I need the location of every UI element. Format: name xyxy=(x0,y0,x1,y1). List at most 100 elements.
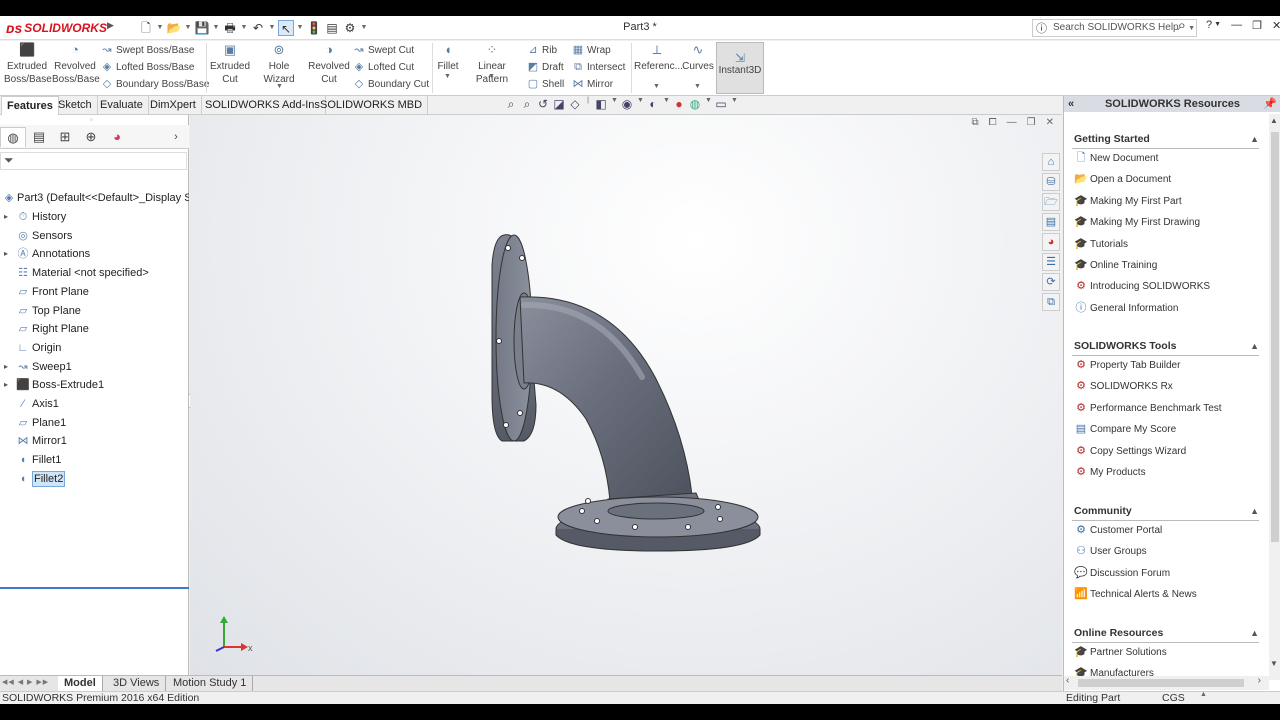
tree-item[interactable]: ▸ ↝ Sweep1 xyxy=(0,358,189,376)
revolved-boss-button[interactable]: ◔ Revolved Boss/Base xyxy=(52,43,100,86)
tree-item[interactable]: ▸ ⏱ History xyxy=(0,208,189,226)
collapse-caret-icon[interactable]: ▲ xyxy=(1250,504,1259,519)
appearances-icon[interactable]: ◕ xyxy=(1042,233,1060,251)
scroll-up-icon[interactable]: ▲ xyxy=(1270,116,1278,125)
hole-wizard-dropdown-icon[interactable]: ▼ xyxy=(276,83,283,90)
section-title[interactable]: Community ▲ xyxy=(1074,504,1259,519)
rebuild-icon[interactable]: 🚦 xyxy=(306,20,322,36)
view-palette-icon[interactable]: ▤ xyxy=(1042,213,1060,231)
tree-item[interactable]: ◖ Fillet1 xyxy=(0,451,189,469)
resource-link[interactable]: ⚙ SOLIDWORKS Rx xyxy=(1074,378,1173,394)
expand-arrow-icon[interactable]: ▸ xyxy=(4,245,8,263)
panel-expand-icon[interactable]: › xyxy=(166,127,186,147)
open-icon[interactable]: 📂 xyxy=(166,20,182,36)
save-icon[interactable]: 💾 xyxy=(194,20,210,36)
tree-item[interactable]: ◎ Sensors xyxy=(0,227,189,245)
new-dropdown-icon[interactable]: ▼ xyxy=(156,20,164,36)
rib-button[interactable]: ⊿ Rib xyxy=(526,42,557,58)
wrap-button[interactable]: ▦ Wrap xyxy=(571,42,611,58)
tab-sketch[interactable]: Sketch xyxy=(53,96,98,115)
shell-button[interactable]: ▢ Shell xyxy=(526,76,564,92)
save-dropdown-icon[interactable]: ▼ xyxy=(212,20,220,36)
swept-boss-button[interactable]: ↝ Swept Boss/Base xyxy=(100,42,194,58)
display-style-dropdown-icon[interactable]: ▼ xyxy=(637,97,644,113)
task-pane-extra-icon[interactable]: ⧉ xyxy=(1042,293,1060,311)
custom-properties-icon[interactable]: ☰ xyxy=(1042,253,1060,271)
resource-link[interactable]: ⚙ Introducing SOLIDWORKS xyxy=(1074,278,1210,294)
graphics-area[interactable]: ⧉ ⧠ — ❐ ✕ x xyxy=(190,115,1062,675)
tree-item[interactable]: ▱ Plane1 xyxy=(0,414,189,432)
mirror-button[interactable]: ⋈ Mirror xyxy=(571,76,614,92)
resource-link[interactable]: ⚙ My Products xyxy=(1074,464,1146,480)
display-style-icon[interactable]: ◉ xyxy=(621,97,633,113)
options-dropdown-icon[interactable]: ▼ xyxy=(360,20,368,36)
tab-evaluate[interactable]: Evaluate xyxy=(95,96,149,115)
reference-geometry-button[interactable]: ⟂ Referenc... xyxy=(634,43,683,73)
boundary-cut-button[interactable]: ◇ Boundary Cut xyxy=(352,76,429,92)
tree-root-part[interactable]: ◈ Part3 (Default<<Default>_Display Sta xyxy=(0,189,189,207)
collapse-pane-icon[interactable]: « xyxy=(1068,96,1074,112)
select-dropdown-icon[interactable]: ▼ xyxy=(296,20,304,36)
intersect-button[interactable]: ⧉ Intersect xyxy=(571,59,625,75)
undo-icon[interactable]: ↶ xyxy=(250,20,266,36)
resource-link[interactable]: 🎓 Making My First Part xyxy=(1074,193,1182,209)
undo-dropdown-icon[interactable]: ▼ xyxy=(268,20,276,36)
tab-features[interactable]: Features xyxy=(1,96,59,115)
resource-link[interactable]: ▤ Compare My Score xyxy=(1074,421,1176,437)
propertymanager-tab-icon[interactable]: ▤ xyxy=(26,127,52,147)
resource-link[interactable]: ⚙ Performance Benchmark Test xyxy=(1074,400,1221,416)
hscroll-right-icon[interactable]: › xyxy=(1258,675,1261,686)
tree-item[interactable]: ☷ Material <not specified> xyxy=(0,264,189,282)
tab-model[interactable]: Model xyxy=(58,676,103,692)
lofted-boss-button[interactable]: ◈ Lofted Boss/Base xyxy=(100,59,195,75)
options-gear-icon[interactable]: ⚙ xyxy=(342,20,358,36)
help-icon[interactable]: ? xyxy=(1206,19,1212,32)
units-dropdown-icon[interactable]: ▲ xyxy=(1200,691,1207,698)
resource-link[interactable]: ⚙ Copy Settings Wizard xyxy=(1074,443,1186,459)
section-title[interactable]: Getting Started ▲ xyxy=(1074,132,1259,147)
tab-motion-study[interactable]: Motion Study 1 xyxy=(167,676,254,692)
extruded-boss-button[interactable]: ⬛ Extruded Boss/Base xyxy=(4,43,52,86)
help-dropdown-icon[interactable]: ▼ xyxy=(1214,19,1221,32)
open-dropdown-icon[interactable]: ▼ xyxy=(184,20,192,36)
lofted-cut-button[interactable]: ◈ Lofted Cut xyxy=(352,59,414,75)
print-icon[interactable]: 🖶 xyxy=(222,20,238,36)
status-units[interactable]: CGS xyxy=(1162,692,1185,704)
edit-appearance-icon[interactable]: ● xyxy=(673,97,685,113)
collapse-caret-icon[interactable]: ▲ xyxy=(1250,132,1259,147)
tree-item[interactable]: ▱ Right Plane xyxy=(0,320,189,338)
zoom-to-fit-icon[interactable]: ⌕ xyxy=(505,97,517,113)
tree-item[interactable]: ⋈ Mirror1 xyxy=(0,432,189,450)
boundary-boss-button[interactable]: ◇ Boundary Boss/Base xyxy=(100,76,210,92)
resource-link[interactable]: 💬 Discussion Forum xyxy=(1074,565,1170,581)
view-settings-icon[interactable]: ▭ xyxy=(715,97,727,113)
resource-link[interactable]: ⚇ User Groups xyxy=(1074,543,1147,559)
section-title[interactable]: SOLIDWORKS Tools ▲ xyxy=(1074,339,1259,354)
resource-link[interactable]: 📶 Technical Alerts & News xyxy=(1074,586,1197,602)
revolved-cut-button[interactable]: ◑ Revolved Cut xyxy=(308,43,350,86)
collapse-caret-icon[interactable]: ▲ xyxy=(1250,339,1259,354)
dynamic-annotation-icon[interactable]: ◇ xyxy=(569,97,581,113)
resource-link[interactable]: 🗋 New Document xyxy=(1074,150,1159,166)
resource-link[interactable]: 📂 Open a Document xyxy=(1074,171,1171,187)
view-orientation-icon[interactable]: ◧ xyxy=(595,97,607,113)
hide-show-icon[interactable]: ◐ xyxy=(647,97,659,113)
resources-hscroll-thumb[interactable] xyxy=(1078,679,1244,687)
tree-item[interactable]: ▱ Top Plane xyxy=(0,302,189,320)
expand-arrow-icon[interactable]: ▸ xyxy=(4,376,8,394)
scroll-down-icon[interactable]: ▼ xyxy=(1270,659,1278,668)
resources-scroll-thumb[interactable] xyxy=(1271,132,1279,542)
select-cursor-icon[interactable]: ↖ xyxy=(278,20,294,36)
panel-grip-icon[interactable]: ◦ xyxy=(90,115,93,124)
previous-view-icon[interactable]: ↺ xyxy=(537,97,549,113)
file-properties-icon[interactable]: ▤ xyxy=(324,20,340,36)
new-document-icon[interactable]: 🗋 xyxy=(138,20,154,36)
resource-link[interactable]: ⚙ Property Tab Builder xyxy=(1074,357,1180,373)
print-dropdown-icon[interactable]: ▼ xyxy=(240,20,248,36)
draft-button[interactable]: ◩ Draft xyxy=(526,59,564,75)
view-orientation-dropdown-icon[interactable]: ▼ xyxy=(611,97,618,113)
tree-item[interactable]: ▸ ⬛ Boss-Extrude1 xyxy=(0,376,189,394)
configurationmanager-tab-icon[interactable]: ⊞ xyxy=(52,127,78,147)
tab-navigation-arrows[interactable]: ◀◀ ◀ ▶ ▶▶ xyxy=(2,678,49,686)
fillet-button[interactable]: ◖ Fillet xyxy=(436,43,460,73)
